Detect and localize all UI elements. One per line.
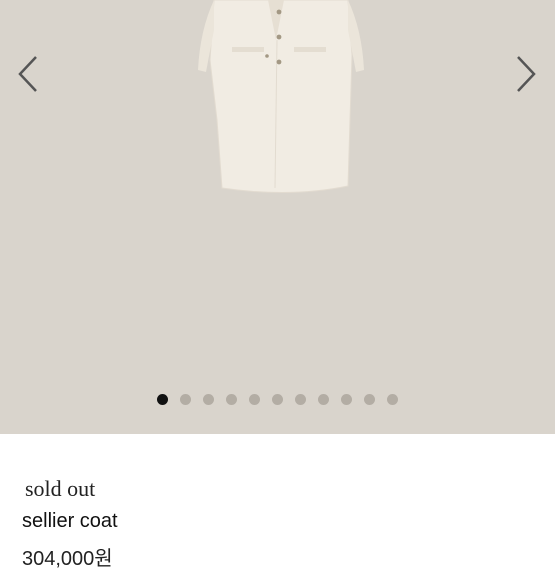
- chevron-left-icon: [18, 56, 37, 92]
- slide-dot[interactable]: [203, 393, 214, 405]
- slide-dot[interactable]: [318, 393, 329, 405]
- slide-dot[interactable]: [249, 393, 260, 405]
- slide-dot[interactable]: [387, 393, 398, 405]
- product-name[interactable]: sellier coat: [22, 510, 118, 533]
- sold-out-label: sold out: [25, 476, 96, 501]
- slide-dot[interactable]: [341, 393, 352, 405]
- slide-indicator: [0, 392, 555, 406]
- slide-dot[interactable]: [364, 393, 375, 405]
- product-image-gallery[interactable]: [0, 0, 555, 434]
- slide-dot[interactable]: [157, 393, 168, 405]
- product-image: [198, 0, 364, 194]
- chevron-right-icon: [517, 56, 536, 92]
- previous-image-button[interactable]: [8, 52, 48, 96]
- next-image-button[interactable]: [506, 52, 546, 96]
- product-price: 304,000원: [22, 548, 113, 570]
- slide-dot[interactable]: [226, 393, 237, 405]
- slide-dot[interactable]: [180, 393, 191, 405]
- slide-dot[interactable]: [295, 393, 306, 405]
- slide-dot[interactable]: [272, 393, 283, 405]
- product-info: sold out sellier coat 304,000원: [0, 434, 555, 570]
